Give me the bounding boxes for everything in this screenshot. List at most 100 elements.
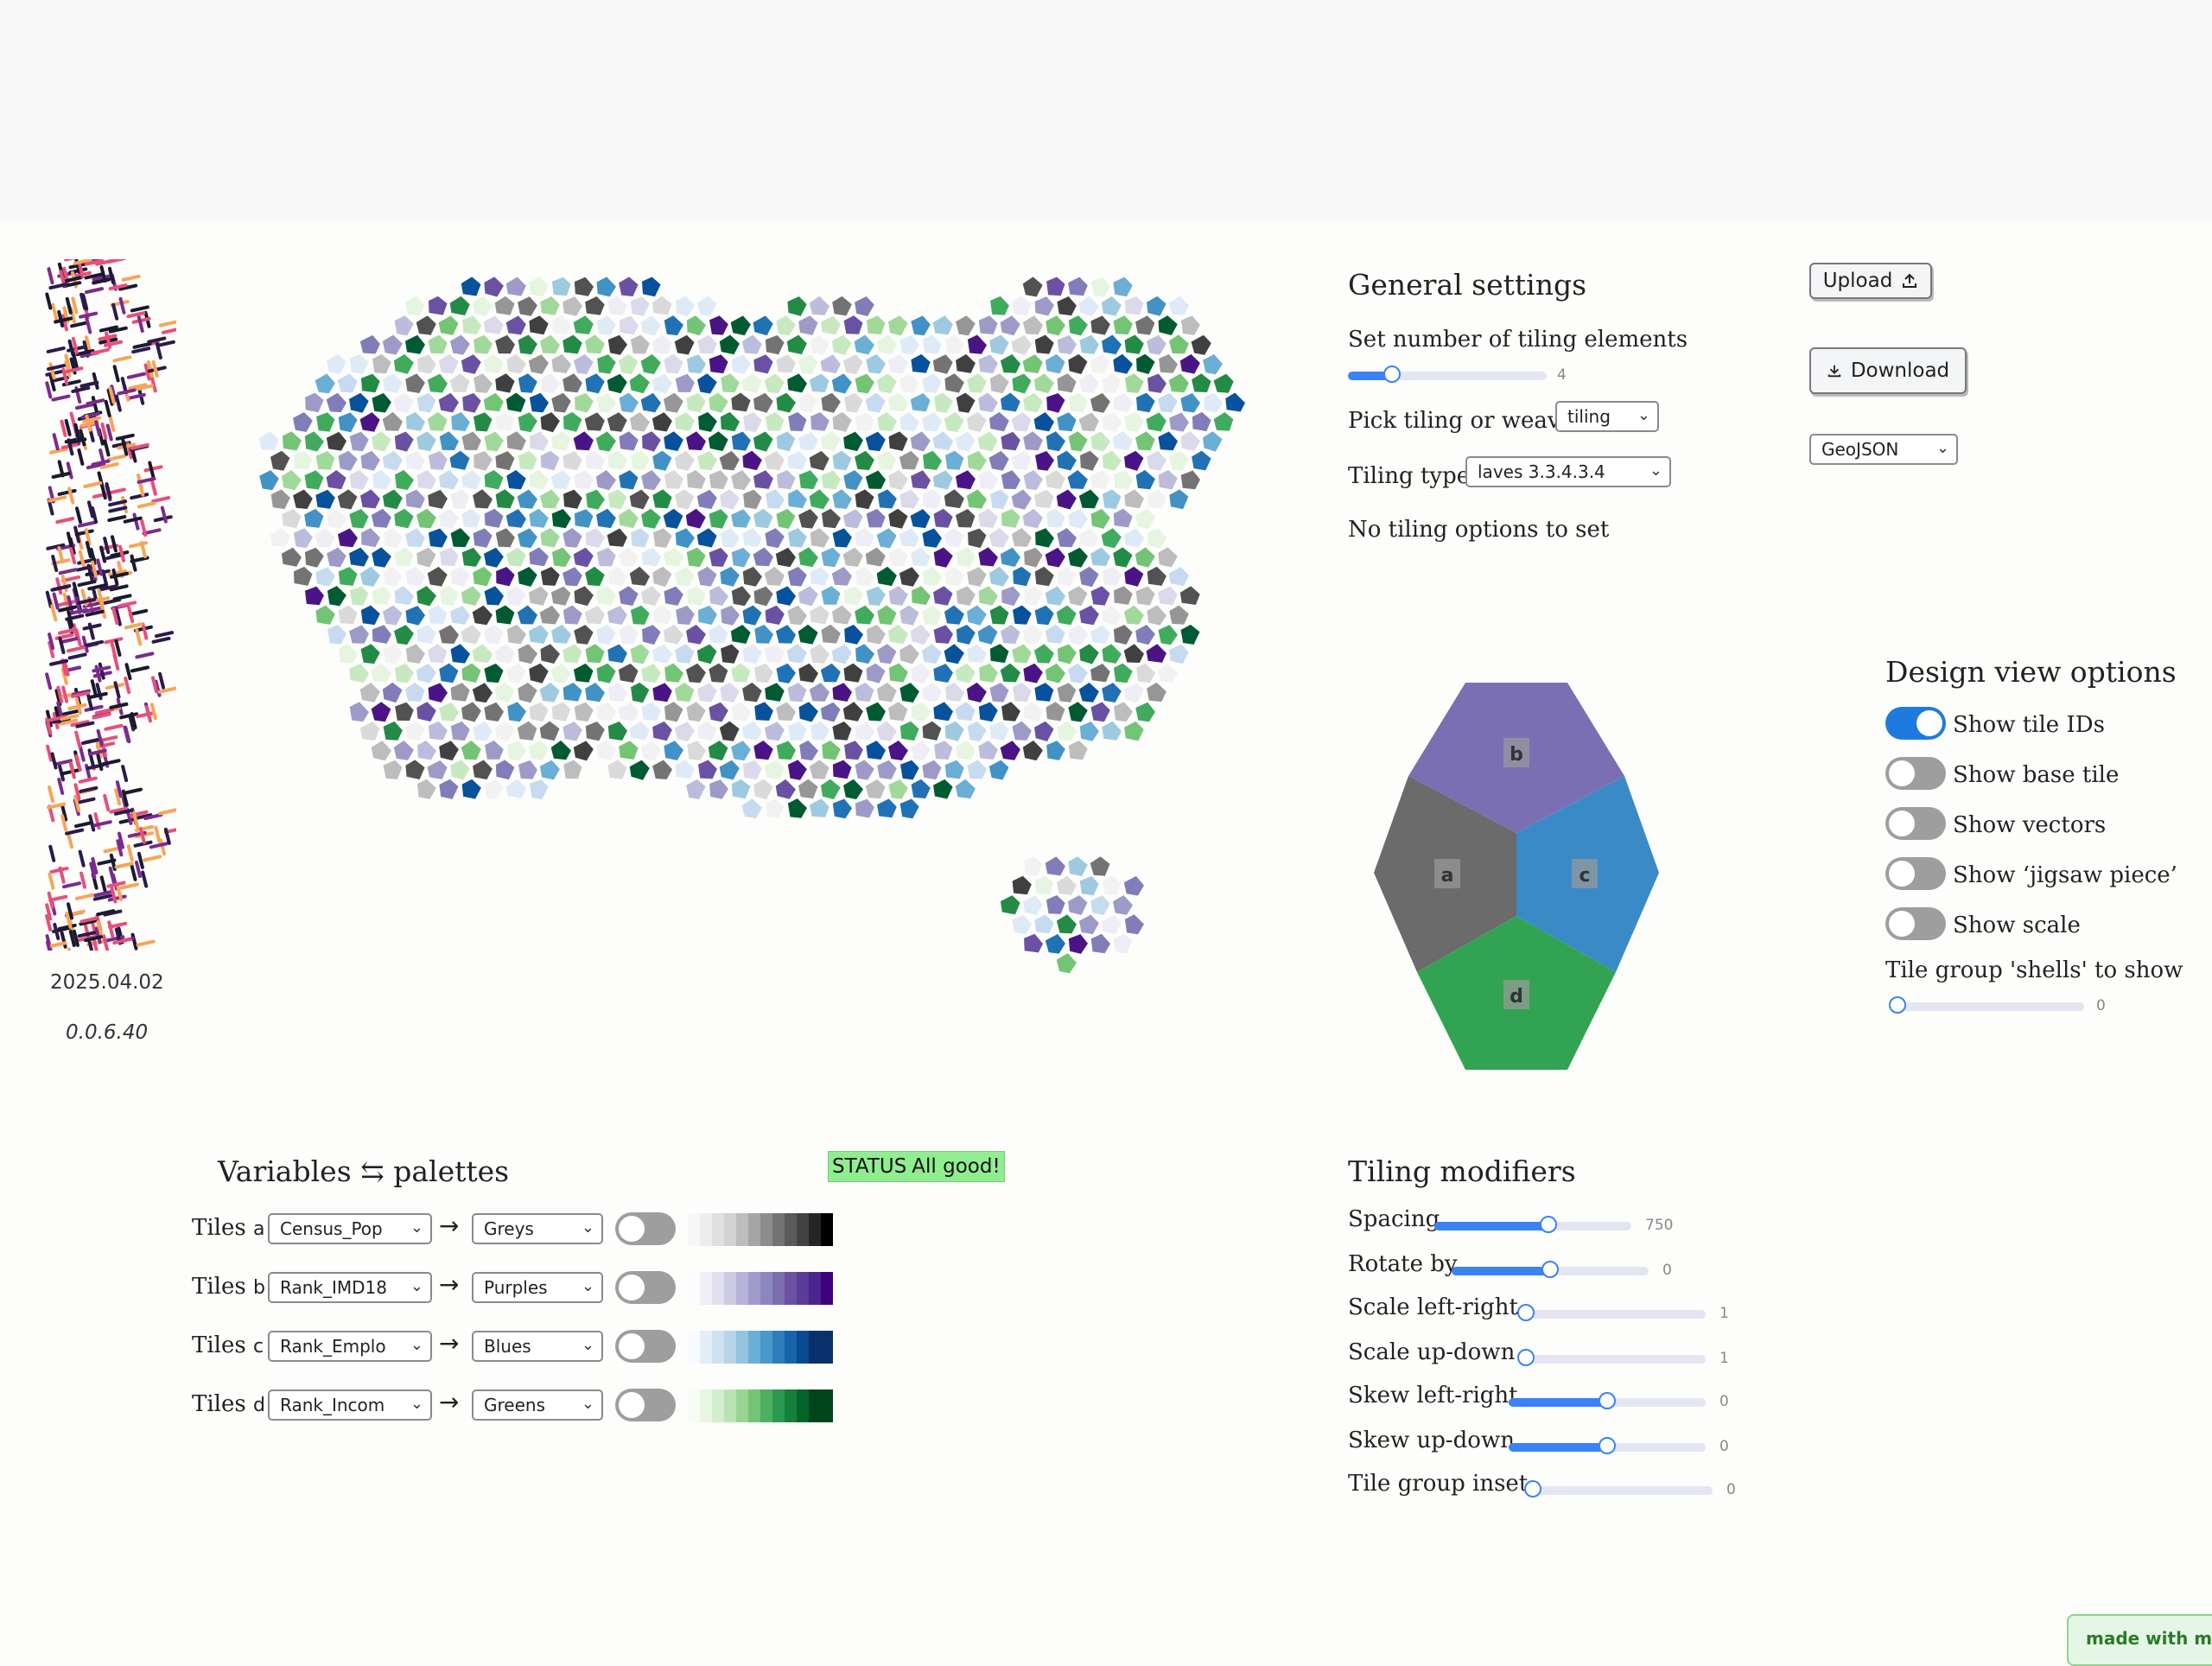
palette-select[interactable]: Greys⌄ bbox=[472, 1213, 603, 1244]
map-tile bbox=[1057, 953, 1077, 973]
map-tile bbox=[1181, 431, 1200, 451]
shells-slider[interactable] bbox=[1897, 1002, 2084, 1011]
map-tile bbox=[766, 798, 784, 818]
map-tile bbox=[720, 722, 740, 741]
map-tile bbox=[394, 354, 414, 374]
toggle-2[interactable] bbox=[1885, 807, 1946, 840]
modifier-slider[interactable] bbox=[1509, 1398, 1706, 1407]
map-tile bbox=[1158, 547, 1178, 567]
logo-stroke bbox=[109, 883, 124, 887]
palette-select[interactable]: Blues⌄ bbox=[472, 1331, 603, 1362]
modifier-slider[interactable] bbox=[1517, 1310, 1706, 1319]
variable-select[interactable]: Census_Pop⌄ bbox=[268, 1213, 432, 1244]
map-tile bbox=[461, 586, 481, 606]
palette-select[interactable]: Purples⌄ bbox=[472, 1272, 603, 1303]
map-tile bbox=[697, 373, 717, 393]
modifier-slider[interactable] bbox=[1452, 1267, 1649, 1275]
upload-button[interactable]: Upload bbox=[1809, 263, 1932, 299]
variable-select[interactable]: Rank_Emplo⌄ bbox=[268, 1331, 432, 1362]
made-with-badge[interactable]: made with marimo bbox=[2067, 1614, 2212, 1666]
map-tile bbox=[428, 490, 448, 509]
modifier-slider[interactable] bbox=[1509, 1443, 1706, 1452]
map-tile bbox=[327, 393, 346, 413]
format-select[interactable]: GeoJSON⌄ bbox=[1809, 434, 1958, 465]
logo-stroke bbox=[149, 463, 153, 477]
map-tile bbox=[743, 528, 762, 547]
modifier-slider[interactable] bbox=[1434, 1222, 1631, 1230]
toggle-3[interactable] bbox=[1885, 857, 1946, 890]
map-tile bbox=[900, 760, 919, 780]
map-tile bbox=[888, 509, 907, 529]
map-tile bbox=[877, 798, 897, 817]
reverse-palette-toggle[interactable] bbox=[615, 1389, 676, 1421]
num-elements-slider[interactable] bbox=[1348, 372, 1547, 380]
map-tile bbox=[350, 354, 369, 374]
modifier-label: Scale up-down bbox=[1348, 1339, 1515, 1365]
logo-stroke bbox=[133, 935, 137, 949]
map-tile bbox=[1001, 587, 1020, 607]
map-tile bbox=[900, 335, 919, 355]
map-tile bbox=[372, 470, 391, 489]
map-tile bbox=[282, 470, 302, 490]
map-tile bbox=[866, 548, 886, 567]
reverse-palette-toggle[interactable] bbox=[615, 1271, 676, 1304]
map-tile bbox=[440, 431, 459, 450]
design-view-title: Design view options bbox=[1885, 655, 2177, 689]
variable-select[interactable]: Rank_Incom⌄ bbox=[268, 1389, 432, 1421]
map-tile bbox=[686, 509, 706, 529]
map-tile bbox=[552, 277, 571, 296]
reverse-palette-toggle[interactable] bbox=[615, 1330, 676, 1363]
map-tile bbox=[484, 548, 504, 568]
map-tile bbox=[766, 335, 785, 354]
map-tile bbox=[1192, 373, 1211, 392]
tiles-prefix: Tiles bbox=[192, 1274, 246, 1300]
map-tile bbox=[833, 412, 852, 432]
map-tile bbox=[619, 354, 639, 374]
map-tile bbox=[776, 586, 796, 606]
tiled-map[interactable] bbox=[173, 251, 1348, 1063]
modifier-slider[interactable] bbox=[1517, 1355, 1706, 1364]
variable-select[interactable]: Rank_IMD18⌄ bbox=[268, 1272, 432, 1303]
map-tile bbox=[327, 509, 346, 528]
reverse-palette-toggle[interactable] bbox=[615, 1212, 676, 1245]
map-tile bbox=[731, 509, 751, 528]
modifier-value: 0 bbox=[1726, 1481, 1736, 1498]
palette-select[interactable]: Greens⌄ bbox=[472, 1389, 603, 1421]
map-tile bbox=[1069, 856, 1088, 876]
modifier-value: 0 bbox=[1719, 1393, 1729, 1410]
map-tile bbox=[552, 509, 571, 528]
map-tile bbox=[855, 528, 874, 547]
logo-stroke bbox=[153, 498, 168, 501]
modifier-slider[interactable] bbox=[1524, 1486, 1713, 1495]
map-tile bbox=[664, 470, 683, 489]
toggle-0[interactable] bbox=[1885, 707, 1946, 740]
map-tile bbox=[732, 548, 751, 568]
map-tile bbox=[315, 567, 335, 586]
map-tile bbox=[1058, 335, 1077, 354]
map-tile bbox=[496, 606, 515, 625]
tiles-row-label: Tiles a bbox=[192, 1215, 264, 1241]
map-tile bbox=[450, 296, 470, 315]
map-tile bbox=[405, 722, 424, 741]
map-tile bbox=[675, 644, 694, 664]
map-tile bbox=[1091, 703, 1110, 722]
map-tile bbox=[1204, 393, 1223, 413]
map-tile bbox=[776, 509, 795, 529]
map-tile bbox=[867, 664, 886, 684]
map-tile bbox=[474, 451, 493, 471]
tiling-type-select[interactable]: laves 3.3.4.3.4⌄ bbox=[1465, 456, 1671, 487]
map-tile bbox=[989, 760, 1009, 780]
modifier-value: 1 bbox=[1719, 1350, 1729, 1367]
logo-stroke bbox=[80, 779, 96, 782]
map-tile bbox=[798, 509, 818, 529]
toggle-1[interactable] bbox=[1885, 757, 1946, 790]
map-tile bbox=[855, 644, 874, 664]
pick-tiling-select[interactable]: tiling⌄ bbox=[1555, 401, 1659, 432]
toggle-4[interactable] bbox=[1885, 907, 1946, 940]
map-tile bbox=[428, 567, 448, 587]
map-tile bbox=[664, 702, 683, 722]
map-tile bbox=[855, 335, 874, 355]
map-tile bbox=[787, 335, 807, 354]
map-tile bbox=[1147, 412, 1166, 431]
download-button[interactable]: Download bbox=[1809, 347, 1967, 394]
